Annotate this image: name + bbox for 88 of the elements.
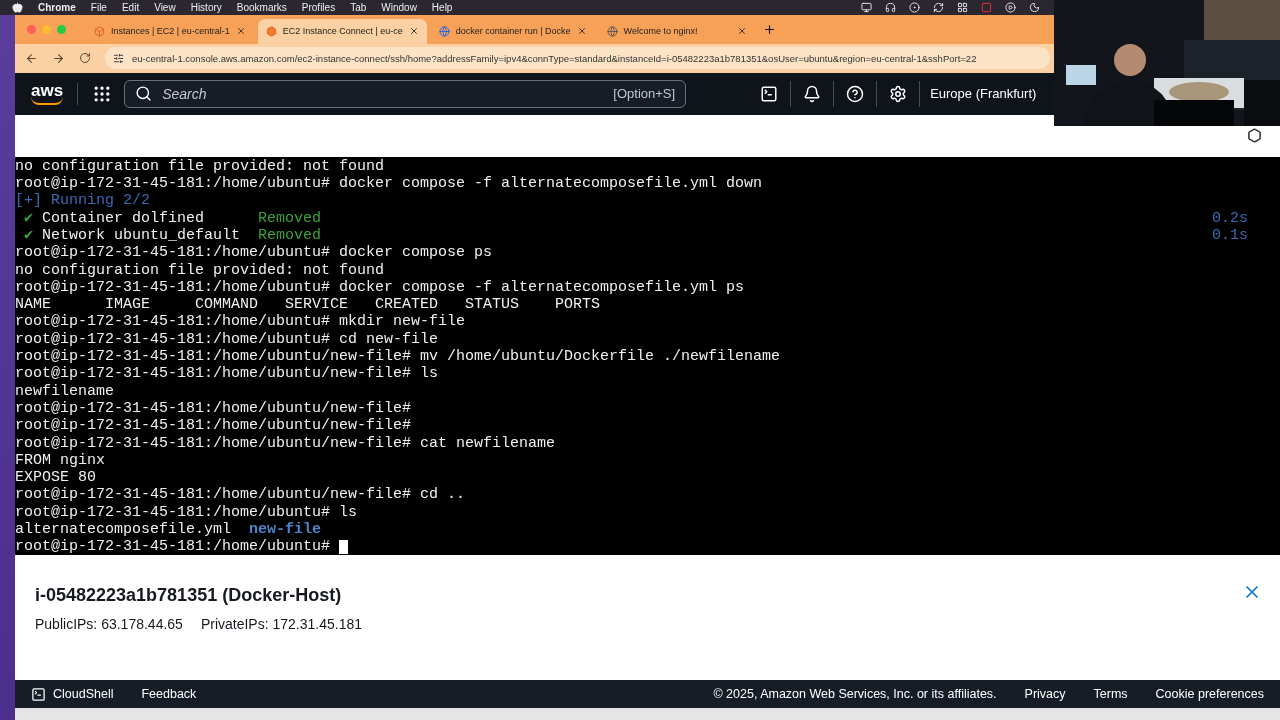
terminal-line: NAME IMAGE COMMAND SERVICE CREATED STATUS PORTS (15, 296, 601, 314)
terminal-line: ✔ Container dolfined Removed (23, 209, 322, 227)
terminal-line: root@ip-172-31-45-181:/home/ubuntu/new-file# cat newfilename (15, 434, 556, 452)
search-input[interactable]: Search (160, 84, 606, 103)
menu-item[interactable]: Tab (350, 2, 367, 13)
terminal-line: root@ip-172-31-45-181:/home/ubuntu/new-file# mv /home/ubuntu/Dockerfile ./newfilename (15, 348, 781, 366)
menu-item[interactable]: View (154, 2, 176, 13)
close-icon[interactable] (235, 26, 246, 37)
terminal-line: root@ip-172-31-45-181:/home/ubuntu/new-file# cd .. (15, 486, 466, 504)
menu-item[interactable]: Bookmarks (236, 2, 287, 13)
back-icon[interactable] (25, 51, 38, 65)
monitor-icon[interactable] (861, 2, 872, 13)
terminal-line: root@ip-172-31-45-181:/home/ubuntu# (15, 538, 332, 556)
terminal-line: newfilename (15, 382, 115, 400)
bell-icon (803, 84, 822, 103)
close-icon[interactable] (408, 26, 419, 37)
box-icon (94, 25, 105, 37)
tab-title: Welcome to nginx! (623, 26, 699, 37)
globe-icon (438, 25, 450, 37)
moon-icon[interactable] (1029, 2, 1040, 13)
search-icon (135, 85, 153, 103)
cloudshell-button[interactable]: CloudShell (31, 686, 114, 702)
terminal-line: root@ip-172-31-45-181:/home/ubuntu# docker compose -f alternatecomposefile.yml down (15, 175, 763, 193)
site-settings-icon[interactable] (113, 52, 124, 64)
grid-icon[interactable] (957, 2, 968, 13)
new-tab-icon[interactable] (762, 22, 776, 36)
forward-icon[interactable] (52, 51, 65, 65)
address-field[interactable]: eu-central-1.console.aws.amazon.com/ec2-instance-connect/ssh/home?addressFamily=ipv4&connType=standard&instanceId=i-05482223a1b781351&osUser=ubuntu&region=eu-central-1&sshPort=22 (105, 47, 1050, 70)
menu-item[interactable]: Chrome (38, 2, 76, 13)
public-ip: PublicIPs: 63.178.44.65 (35, 616, 183, 633)
private-ip: PrivateIPs: 172.31.45.181 (200, 616, 362, 633)
tab-title: Instances | EC2 | eu-central-1 (111, 26, 230, 37)
menu-item[interactable]: History (190, 2, 222, 13)
footer-link[interactable]: Terms (1093, 687, 1128, 701)
terminal-line: root@ip-172-31-45-181:/home/ubuntu# cd new-file (15, 330, 439, 349)
close-icon[interactable] (736, 26, 747, 37)
search-bar[interactable]: Search [Option+S] (124, 79, 687, 108)
browser-tab[interactable]: Welcome to nginx! (598, 18, 755, 44)
footer-link[interactable]: Cookie preferences (1155, 687, 1264, 701)
terminal-line: [+] Running 2/2 (15, 192, 151, 210)
close-icon[interactable] (576, 26, 587, 37)
menu-item[interactable]: Help (431, 2, 453, 13)
terminal-line: no configuration file provided: not found (15, 261, 385, 279)
terminal-line: root@ip-172-31-45-181:/home/ubuntu# docker compose ps (15, 244, 493, 262)
browser-tab[interactable]: docker container run | Docke (430, 18, 595, 44)
terminal-line: root@ip-172-31-45-181:/home/ubuntu/new-file# (15, 417, 412, 435)
menu-item[interactable]: Window (381, 2, 417, 13)
terminal-line: ✔ Network ubuntu_default Removed (23, 226, 322, 245)
browser-tab[interactable]: Instances | EC2 | eu-central-1 (86, 18, 254, 44)
help-icon (846, 84, 865, 103)
terminal-icon (760, 84, 779, 103)
terminal-line: no configuration file provided: not found (15, 157, 385, 176)
aws-logo[interactable]: aws (31, 82, 64, 106)
terminal[interactable] (15, 156, 1280, 556)
dot-icon[interactable] (909, 2, 920, 13)
terminal-line: alternatecomposefile.yml new-file (15, 521, 322, 539)
refresh-icon[interactable] (933, 2, 944, 13)
terminal-icon (31, 686, 46, 702)
terminal-line: root@ip-172-31-45-181:/home/ubuntu# mkdir new-file (15, 313, 466, 331)
instance-title: i-05482223a1b781351 (Docker-Host) (35, 585, 342, 607)
apple-icon[interactable] (12, 2, 23, 13)
terminal-line: root@ip-172-31-45-181:/home/ubuntu# docker compose -f alternatecomposefile.yml ps (15, 278, 745, 297)
reload-icon[interactable] (79, 52, 91, 65)
terminal-line: root@ip-172-31-45-181:/home/ubuntu/new-file# ls (15, 365, 439, 383)
step-duration: 0.2s (1212, 209, 1248, 227)
menu-item[interactable]: Profiles (301, 2, 336, 13)
tab-title: EC2 Instance Connect | eu-ce (282, 26, 403, 37)
terminal-line: FROM nginx (15, 451, 105, 470)
step-duration: 0.1s (1212, 226, 1248, 245)
footer-link[interactable]: Privacy (1024, 687, 1066, 701)
headphones-icon[interactable] (885, 2, 896, 13)
terminal-line: root@ip-172-31-45-181:/home/ubuntu# ls (15, 503, 358, 521)
hexagon-icon (265, 25, 277, 37)
menu-item[interactable]: Edit (121, 2, 140, 13)
hexagon-icon (1246, 128, 1262, 144)
region-selector[interactable]: Europe (Frankfurt) (920, 86, 1037, 102)
play-icon[interactable] (1005, 2, 1016, 13)
globe-icon (606, 25, 618, 37)
terminal-line: root@ip-172-31-45-181:/home/ubuntu/new-file# (15, 399, 412, 418)
terminal-line: EXPOSE 80 (15, 469, 96, 487)
tab-title: docker container run | Docke (455, 26, 571, 37)
shortcut-hint: [Option+S] (613, 86, 676, 102)
menu-item[interactable]: File (90, 2, 107, 13)
feedback-link[interactable]: Feedback (141, 687, 197, 701)
browser-tab[interactable]: EC2 Instance Connect | eu-ce (257, 18, 427, 44)
square-icon[interactable] (981, 2, 992, 13)
settings-icon (889, 84, 908, 103)
copyright: © 2025, Amazon Web Services, Inc. or its affiliates. (713, 687, 997, 701)
